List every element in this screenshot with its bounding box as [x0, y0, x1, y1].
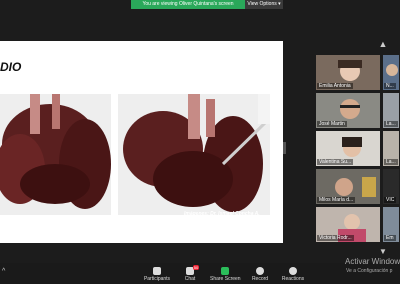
participant-tile[interactable]: Milos María d... [316, 169, 380, 204]
participant-tile-partial[interactable]: VIC [383, 169, 399, 204]
share-screen-icon [221, 267, 229, 275]
reactions-icon [289, 267, 297, 275]
participant-tile-partial[interactable]: N... [383, 55, 399, 90]
split-divider-handle[interactable] [283, 142, 286, 154]
participant-name: La... [384, 121, 398, 127]
participant-name: Valentina Su... [317, 159, 354, 165]
participant-tile[interactable]: Emilia Antonia [316, 55, 380, 90]
gallery-up-arrow-icon[interactable]: ▲ [374, 38, 392, 50]
image-credit: Imágenes: Dr. Ismael Concha A. [184, 211, 260, 217]
viewing-screen-text: You are viewing Oliver Quintana's screen [131, 0, 245, 9]
share-screen-button[interactable]: Share Screen [210, 267, 241, 282]
chat-badge: 50 [193, 265, 199, 270]
participant-tile-partial[interactable]: La... [383, 93, 399, 128]
gallery-down-arrow-icon[interactable]: ▼ [374, 247, 392, 257]
lung-photo-left [0, 94, 111, 215]
record-button[interactable]: Record [245, 267, 275, 282]
windows-activation-title: Activar Window [345, 257, 400, 266]
participants-label: Participants [143, 276, 171, 282]
view-options-button[interactable]: View Options ▾ [245, 0, 283, 9]
windows-activation-subtitle: Ve a Configuración p [346, 268, 393, 274]
participant-tile-partial[interactable]: La... [383, 131, 399, 166]
lung-image-left [0, 94, 111, 215]
participant-name: José Martin [317, 121, 347, 127]
participant-tile[interactable]: José Martin [316, 93, 380, 128]
participant-name: La... [384, 159, 398, 165]
participant-name: VIC [384, 197, 397, 203]
chat-button[interactable]: 50 Chat [175, 265, 205, 282]
toolbar-expand-icon[interactable]: ^ [2, 268, 5, 275]
participant-name: Victoria Rodr... [317, 235, 354, 241]
participant-name: Milos María d... [317, 197, 356, 203]
record-icon [256, 267, 264, 275]
lung-image-right [118, 94, 270, 215]
participant-name: Em [384, 235, 396, 241]
participant-tile[interactable]: Valentina Su... [316, 131, 380, 166]
chat-label: Chat [184, 276, 196, 282]
reactions-button[interactable]: Reactions [278, 267, 308, 282]
reactions-label: Reactions [281, 276, 305, 282]
participants-icon [153, 267, 161, 275]
lung-photo-right [118, 94, 270, 215]
participant-name: Emilia Antonia [317, 83, 353, 89]
screen-share-banner: You are viewing Oliver Quintana's screen… [131, 0, 283, 9]
participants-button[interactable]: Participants [142, 267, 172, 282]
shared-slide: DIO Imágenes: Dr. Ismael Concha A. [0, 41, 283, 243]
participant-name: N... [384, 83, 396, 89]
participant-tile-partial[interactable]: Em [383, 207, 399, 242]
record-label: Record [251, 276, 269, 282]
share-screen-label: Share Screen [210, 276, 241, 282]
slide-title: DIO [0, 60, 22, 74]
participant-tile[interactable]: Victoria Rodr... [316, 207, 380, 242]
